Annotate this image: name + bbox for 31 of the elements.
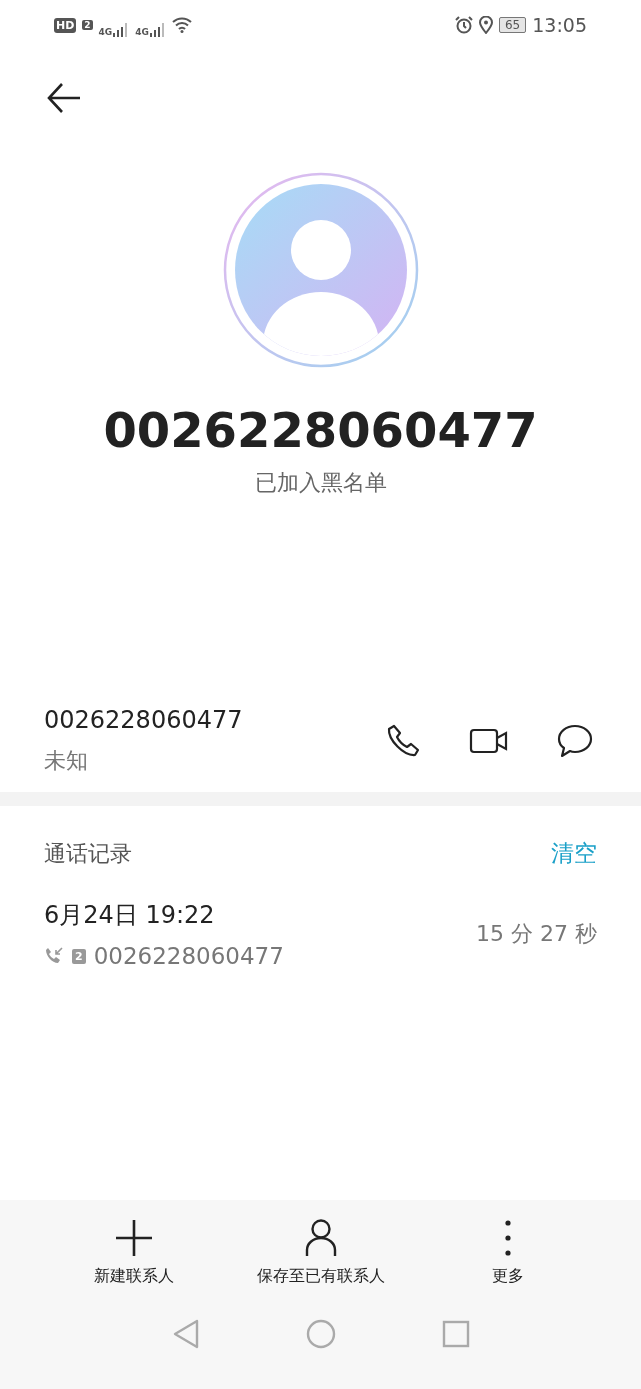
wifi-icon <box>171 17 192 33</box>
sim-label: 2 <box>72 948 86 964</box>
phone-number: 0026228060477 <box>44 706 244 734</box>
video-camera-icon <box>469 727 509 755</box>
phone-number: 0026228060477 <box>103 402 538 458</box>
status-text: 已加入黑名单 <box>254 469 387 497</box>
more-icon <box>503 1218 512 1258</box>
person-icon <box>303 1218 338 1258</box>
incoming-call-icon <box>44 946 64 966</box>
action-button[interactable]: 保存至已有联系人 <box>230 1218 411 1287</box>
phone-icon <box>385 723 421 759</box>
clock: 13:05 <box>532 14 587 36</box>
network-label: 4G <box>98 27 113 37</box>
chat-bubble-icon <box>556 723 594 759</box>
hd-label: HD <box>54 17 77 33</box>
alarm-icon <box>454 16 473 34</box>
avatar-icon <box>222 172 419 368</box>
sim-label: 2 <box>82 20 93 30</box>
action-button[interactable]: 更多 <box>417 1218 598 1287</box>
location-text: 未知 <box>44 747 89 775</box>
network-label: 4G <box>135 27 149 37</box>
call-duration: 15 分 27 秒 <box>476 920 597 948</box>
call-datetime: 6月24日 19:22 <box>44 900 216 931</box>
phone-number: 0026228060477 <box>93 943 284 969</box>
battery-level: 65 <box>498 17 527 33</box>
location-icon <box>478 16 493 34</box>
plus-icon <box>113 1218 154 1258</box>
action-button[interactable]: 新建联系人 <box>43 1218 224 1287</box>
section-title: 通话记录 <box>44 839 132 868</box>
signal-icon <box>149 23 166 37</box>
signal-icon <box>113 23 130 37</box>
